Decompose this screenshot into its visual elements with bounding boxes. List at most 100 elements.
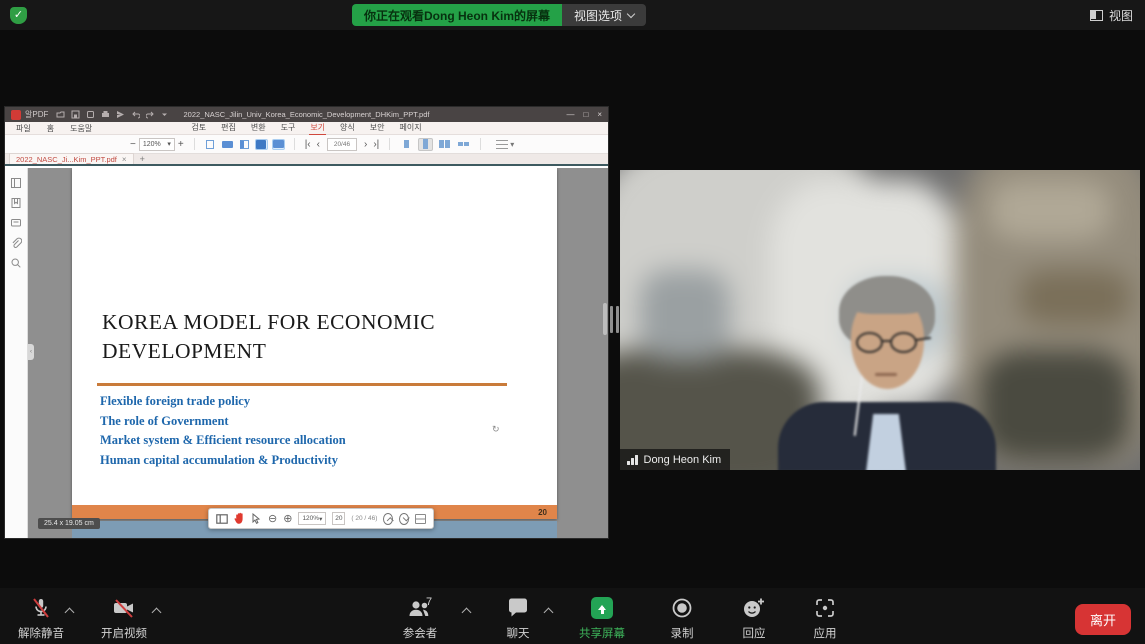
document-tab[interactable]: 2022_NASC_Ji...Kim_PPT.pdf × (9, 153, 134, 164)
print-icon[interactable] (101, 110, 110, 119)
zoom-in-icon[interactable]: ⊕ (283, 512, 292, 525)
new-tab-button[interactable]: + (140, 154, 145, 164)
zoom-level-select[interactable]: 120% ▾ (139, 138, 175, 151)
continuous-view-icon[interactable] (418, 138, 433, 151)
participants-button[interactable]: 7 参会者 (385, 596, 455, 641)
fit-page-icon[interactable] (204, 139, 217, 150)
page-layout-dropdown[interactable]: ▾ (496, 140, 514, 149)
participants-options-chevron[interactable] (463, 607, 471, 615)
pdf-tab-bar: 2022_NASC_Ji...Kim_PPT.pdf × + (5, 154, 608, 166)
pdf-view-ribbon: − 120% ▾ + |‹ ‹ 20/46 › ›| (5, 135, 608, 154)
security-shield-icon[interactable]: ✓ (10, 7, 27, 24)
menu-forms[interactable]: 양식 (339, 121, 356, 136)
participants-count-badge: 7 (426, 596, 432, 608)
grid-view-icon[interactable] (456, 138, 471, 151)
sidebar-toggle-icon[interactable] (216, 514, 228, 524)
window-minimize-button[interactable]: — (566, 110, 574, 119)
full-width-icon[interactable] (272, 139, 285, 150)
mic-options-chevron[interactable] (66, 607, 74, 615)
menu-view[interactable]: 보기 (309, 121, 326, 136)
view-options-grid-icon[interactable] (415, 514, 426, 524)
menu-tools[interactable]: 도구 (280, 121, 297, 136)
quick-access-toolbar (56, 110, 168, 119)
pane-resize-handle[interactable] (610, 306, 619, 333)
leave-button[interactable]: 离开 (1075, 604, 1131, 635)
toolbar-customize-caret-icon[interactable] (161, 111, 168, 118)
tab-close-icon[interactable]: × (122, 155, 127, 164)
previous-page-circle-icon[interactable] (383, 513, 393, 525)
page-number-input[interactable]: 20/46 (327, 138, 357, 151)
prev-page-button[interactable]: ‹ (314, 139, 323, 150)
pdf-left-sidebar (5, 168, 28, 538)
menu-review[interactable]: 검토 (190, 121, 207, 136)
next-page-button[interactable]: › (361, 139, 370, 150)
floating-page-input[interactable]: 20 (332, 512, 345, 525)
microphone-muted-icon (29, 596, 53, 620)
first-page-button[interactable]: |‹ (302, 139, 314, 150)
redo-icon[interactable] (146, 110, 155, 119)
last-page-button[interactable]: ›| (370, 139, 382, 150)
menu-home[interactable]: 홈 (46, 122, 55, 135)
zoom-out-icon[interactable]: ⊖ (268, 512, 277, 525)
view-options-button[interactable]: 视图选项 (562, 4, 646, 26)
slide-bullet: The role of Government (100, 412, 520, 432)
raise-hand-icon[interactable] (234, 512, 245, 525)
two-page-view-icon[interactable] (437, 138, 452, 151)
view-button[interactable]: 视图 (1090, 7, 1133, 24)
unmute-label: 解除静音 (18, 625, 64, 641)
participant-video-tile[interactable]: Dong Heon Kim (620, 170, 1140, 470)
unmute-button[interactable]: 解除静音 (6, 596, 76, 641)
signal-strength-icon (627, 455, 638, 465)
person-mouth (875, 373, 897, 376)
screen-watch-banner-group: 你正在观看Dong Heon Kim的屏幕 视图选项 (352, 4, 646, 26)
menu-file[interactable]: 파일 (15, 122, 32, 135)
single-page-view-icon[interactable] (399, 138, 414, 151)
watching-banner: 你正在观看Dong Heon Kim的屏幕 (352, 4, 562, 26)
chat-button[interactable]: 聊天 (483, 596, 553, 641)
pointer-tool-icon[interactable] (251, 513, 262, 525)
undo-icon[interactable] (131, 110, 140, 119)
chevron-down-icon (627, 9, 635, 17)
open-folder-icon[interactable] (56, 110, 65, 119)
search-icon[interactable] (10, 257, 22, 269)
video-options-chevron[interactable] (153, 607, 161, 615)
menu-help[interactable]: 도움말 (69, 122, 93, 135)
fit-visible-icon[interactable] (238, 139, 251, 150)
menu-security[interactable]: 보안 (369, 121, 386, 136)
share-screen-button[interactable]: 共享屏幕 (567, 596, 637, 641)
menu-page[interactable]: 페이지 (399, 121, 423, 136)
start-video-button[interactable]: 开启视频 (89, 596, 159, 641)
attachments-icon[interactable] (10, 237, 22, 249)
document-scrollbar-thumb[interactable] (603, 303, 607, 335)
page-thumbnails-icon[interactable] (10, 177, 22, 189)
record-button[interactable]: 录制 (647, 596, 717, 641)
chat-label: 聊天 (507, 625, 530, 641)
menu-convert[interactable]: 변환 (250, 121, 267, 136)
actual-size-icon[interactable] (255, 139, 268, 150)
send-icon[interactable] (116, 110, 125, 119)
chat-options-chevron[interactable] (545, 607, 553, 615)
document-viewport[interactable]: ‹ KOREA MODEL FOR ECONOMIC DEVELOPMENT F… (28, 168, 608, 538)
participant-name-tag: Dong Heon Kim (620, 449, 730, 470)
slide-title: KOREA MODEL FOR ECONOMIC DEVELOPMENT (102, 308, 522, 366)
page-size-tooltip: 25.4 x 19.05 cm (38, 518, 100, 529)
menu-edit[interactable]: 편집 (220, 121, 237, 136)
window-close-button[interactable]: × (597, 110, 602, 119)
save-all-icon[interactable] (86, 110, 95, 119)
sidebar-collapse-handle[interactable]: ‹ (28, 344, 34, 360)
window-maximize-button[interactable]: □ (583, 110, 588, 119)
apps-button[interactable]: 应用 (790, 596, 860, 641)
glasses-right-lens (890, 332, 917, 353)
zoom-out-button[interactable]: − (127, 139, 139, 150)
zoom-in-button[interactable]: + (175, 139, 187, 150)
start-video-label: 开启视频 (101, 625, 147, 641)
apps-icon (813, 596, 837, 620)
next-page-circle-icon[interactable] (399, 513, 409, 525)
reactions-button[interactable]: 回应 (719, 596, 789, 641)
slide-page-number: 20 (529, 508, 557, 517)
floating-zoom-select[interactable]: 120% ▾ (298, 512, 326, 525)
fit-width-icon[interactable] (221, 139, 234, 150)
bookmarks-icon[interactable] (10, 197, 22, 209)
save-icon[interactable] (71, 110, 80, 119)
comments-icon[interactable] (10, 217, 22, 229)
